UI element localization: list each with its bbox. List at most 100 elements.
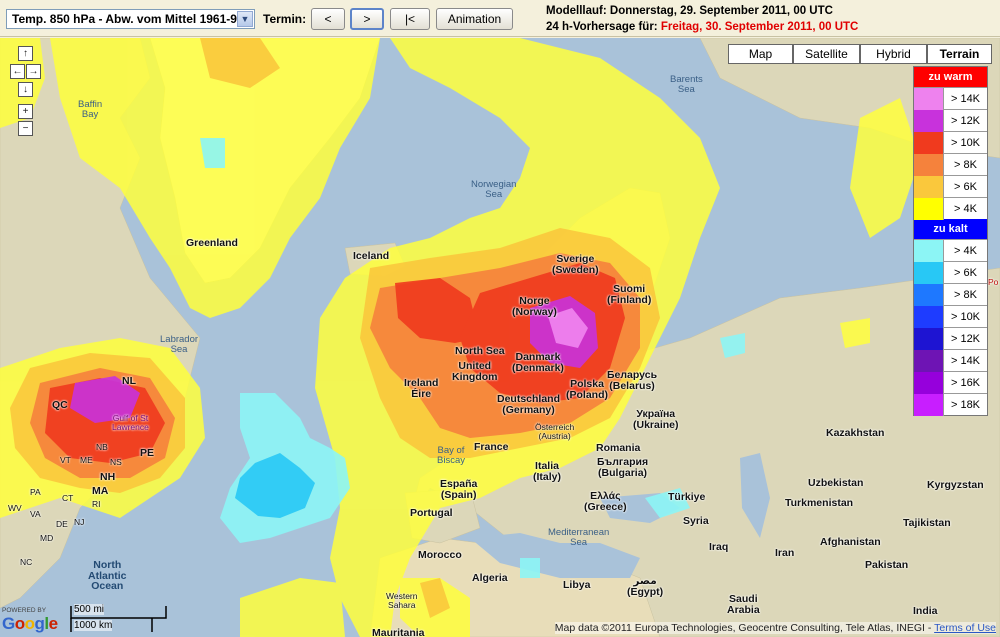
- label-saudi: Saudi Arabia: [727, 593, 760, 616]
- label-de: DE: [56, 519, 68, 529]
- zoom-out-icon[interactable]: −: [18, 121, 33, 136]
- zoom-in-icon[interactable]: +: [18, 104, 33, 119]
- label-me: ME: [80, 455, 93, 465]
- product-select[interactable]: Temp. 850 hPa - Abw. vom Mittel 1961-90 …: [6, 9, 255, 29]
- label-belarus: Беларусь (Belarus): [607, 369, 658, 392]
- maptype-map-button[interactable]: Map: [728, 44, 793, 64]
- legend-swatch: [914, 349, 944, 372]
- label-nj: NJ: [74, 517, 85, 527]
- label-morocco: Morocco: [418, 549, 462, 561]
- next-button[interactable]: >: [350, 8, 384, 30]
- terms-link[interactable]: Terms of Use: [934, 622, 996, 634]
- label-tajikistan: Tajikistan: [903, 517, 951, 529]
- maptype-satellite-button[interactable]: Satellite: [793, 44, 860, 64]
- label-sverige: Sverige (Sweden): [552, 253, 599, 276]
- label-wv: WV: [8, 503, 22, 513]
- legend-warm-row: > 4K: [914, 197, 987, 220]
- legend-warm-row: > 10K: [914, 131, 987, 154]
- label-baffin-bay-text: Baffin Bay: [78, 99, 103, 120]
- first-button[interactable]: |<: [390, 8, 430, 30]
- legend-cold-title: zu kalt: [914, 219, 987, 239]
- legend-warm-row: > 12K: [914, 109, 987, 132]
- label-nh: NH: [100, 471, 116, 483]
- legend-warm-list: > 14K > 12K > 10K > 8K > 6K > 4K: [914, 87, 987, 220]
- legend-swatch: [914, 131, 944, 154]
- label-north-sea: North Sea: [455, 345, 505, 357]
- legend-cold-row: > 14K: [914, 349, 987, 372]
- prev-button[interactable]: <: [311, 8, 345, 30]
- legend-warm-row: > 14K: [914, 87, 987, 110]
- legend-swatch: [914, 283, 944, 306]
- label-afghanistan: Afghanistan: [820, 536, 881, 548]
- label-osterreich: Österreich (Austria): [535, 422, 575, 441]
- legend-label: > 10K: [950, 310, 981, 323]
- google-logo[interactable]: POWERED BY Google: [2, 607, 58, 634]
- legend-warm-row: > 6K: [914, 175, 987, 198]
- pan-down-icon[interactable]: ↓: [18, 82, 33, 97]
- legend-swatch: [914, 175, 944, 198]
- legend-swatch: [914, 371, 944, 394]
- termin-label: Termin:: [263, 12, 307, 26]
- animation-button[interactable]: Animation: [436, 8, 513, 30]
- legend-label: > 18K: [950, 398, 981, 411]
- label-turkmenistan: Turkmenistan: [785, 497, 854, 509]
- legend-cold-list: > 4K > 6K > 8K > 10K > 12K > 14K > 16K > 18K: [914, 239, 987, 416]
- legend-label: > 16K: [950, 376, 981, 389]
- label-kyrgyzstan: Kyrgyzstan: [927, 479, 984, 491]
- legend-label: > 14K: [950, 92, 981, 105]
- legend-swatch: [914, 393, 944, 416]
- legend: zu warm > 14K > 12K > 10K > 8K > 6K > 4K zu k…: [913, 66, 988, 416]
- legend-swatch: [914, 327, 944, 350]
- label-north-atlantic: North Atlantic Ocean: [88, 559, 127, 592]
- product-select-value: Temp. 850 hPa - Abw. vom Mittel 1961-90: [12, 12, 244, 26]
- label-romania: Romania: [596, 442, 641, 454]
- label-espana: España (Spain): [440, 478, 478, 501]
- legend-cold-row: > 6K: [914, 261, 987, 284]
- label-misr: مصر (Egypt): [627, 575, 664, 598]
- label-nb: NB: [96, 442, 108, 452]
- legend-cold-row: > 10K: [914, 305, 987, 328]
- maptype-hybrid-button[interactable]: Hybrid: [860, 44, 927, 64]
- legend-label: > 6K: [954, 266, 977, 279]
- legend-swatch: [914, 109, 944, 132]
- legend-warm-row: > 8K: [914, 153, 987, 176]
- legend-label: > 12K: [950, 114, 981, 127]
- label-norwegian-sea: Norwegian Sea: [471, 179, 517, 200]
- label-uzbekistan: Uzbekistan: [808, 477, 864, 489]
- label-deutschland: Deutschland (Germany): [497, 393, 561, 416]
- legend-label: > 10K: [950, 136, 981, 149]
- map-canvas[interactable]: Baffin Bay Greenland Barents Sea Norwegi…: [0, 38, 1000, 637]
- label-ri: RI: [92, 499, 101, 509]
- forecast-date: Freitag, 30. September 2011, 00 UTC: [660, 21, 859, 33]
- label-gulf-st-lawrence: Gulf of St Lawrence: [112, 413, 149, 432]
- label-iraq: Iraq: [709, 541, 729, 553]
- label-kazakhstan: Kazakhstan: [826, 427, 885, 439]
- label-pakistan: Pakistan: [865, 559, 909, 571]
- legend-cold-row: > 8K: [914, 283, 987, 306]
- label-syria: Syria: [683, 515, 709, 527]
- label-pe: PE: [140, 447, 155, 459]
- pan-right-icon[interactable]: →: [26, 64, 41, 79]
- chevron-down-icon[interactable]: ▼: [237, 11, 253, 27]
- legend-swatch: [914, 261, 944, 284]
- label-iran: Iran: [775, 547, 795, 559]
- powered-by-text: POWERED BY: [2, 607, 47, 614]
- label-ns: NS: [110, 457, 122, 467]
- legend-label: > 6K: [954, 180, 977, 193]
- legend-swatch: [914, 87, 944, 110]
- label-turkiye: Türkiye: [668, 491, 706, 503]
- label-barents-sea: Barents Sea: [670, 74, 703, 95]
- maptype-terrain-button[interactable]: Terrain: [927, 44, 992, 64]
- label-ellas: Ελλάς (Greece): [584, 490, 627, 513]
- legend-swatch: [914, 153, 944, 176]
- legend-cold-row: > 16K: [914, 371, 987, 394]
- label-france: France: [474, 441, 509, 453]
- legend-label: > 12K: [950, 332, 981, 345]
- label-nl: NL: [122, 375, 136, 387]
- label-ireland: Ireland Éire: [404, 377, 439, 400]
- label-vt: VT: [60, 455, 71, 465]
- pan-left-icon[interactable]: ←: [10, 64, 25, 79]
- pan-up-icon[interactable]: ↑: [18, 46, 33, 61]
- credits-text: Map data ©2011 Europa Technologies, Geoc…: [554, 622, 932, 634]
- label-iceland: Iceland: [353, 250, 390, 262]
